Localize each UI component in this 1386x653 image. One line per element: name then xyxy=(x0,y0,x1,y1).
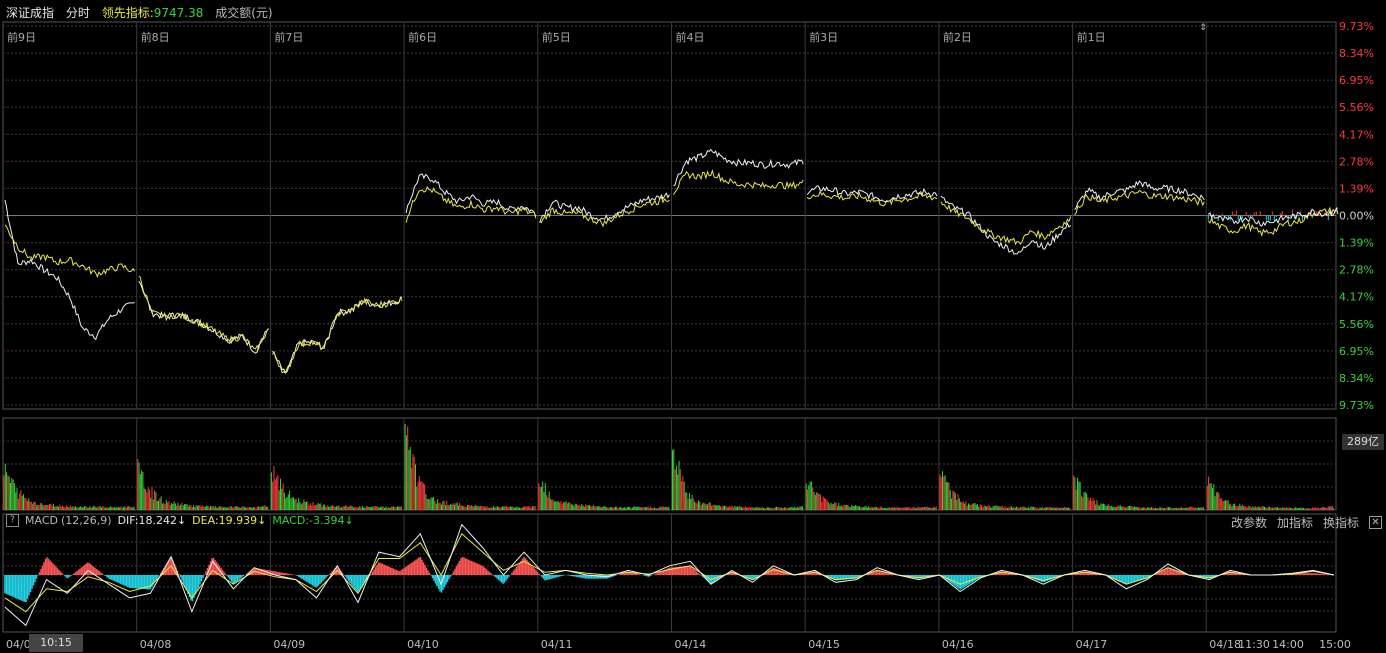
y-tick-label: 2.78% xyxy=(1339,155,1374,168)
day-label: 前6日 xyxy=(408,30,437,44)
y-tick-label: 8.34% xyxy=(1339,47,1374,60)
price-line-yellow xyxy=(539,196,670,228)
date-label: 04/14 xyxy=(675,638,707,651)
index-name[interactable]: 深证成指 xyxy=(6,6,54,20)
price-line-white xyxy=(673,148,804,187)
y-tick-label: 4.17% xyxy=(1339,291,1374,304)
y-tick-label: 9.73% xyxy=(1339,399,1374,412)
time-tick-label: 11:30 xyxy=(1238,638,1270,651)
macd-label: MACD xyxy=(25,514,58,527)
date-label: 04/10 xyxy=(407,638,439,651)
chart-canvas: 9.73% 8.34% 6.95% 5.56% 4.17% 2.78% 1.39% 0.00%… xyxy=(2,20,1374,651)
chart-header: 深证成指 分时 领先指标:9747.38 成交额(元) xyxy=(6,4,281,21)
date-label: 04/11 xyxy=(541,638,573,651)
price-line-yellow xyxy=(940,201,1072,246)
close-icon[interactable]: ✕ xyxy=(1369,516,1382,529)
time-tick-label: 15:00 xyxy=(1319,638,1351,651)
change-params-button[interactable]: 改参数 xyxy=(1231,514,1267,531)
y-tick-label: 6.95% xyxy=(1339,74,1374,87)
add-indicator-button[interactable]: 加指标 xyxy=(1277,514,1313,531)
dif-value: DIF:18.242↓ xyxy=(117,514,187,527)
day-label: 前9日 xyxy=(7,30,36,44)
macd-params: (12,26,9) xyxy=(60,514,112,527)
y-tick-label: 5.56% xyxy=(1339,318,1374,331)
price-line-white xyxy=(1074,180,1205,210)
date-label: 04/08 xyxy=(140,638,172,651)
price-line-yellow xyxy=(1074,189,1205,215)
price-line-yellow xyxy=(272,296,403,374)
price-line-white xyxy=(940,195,1071,255)
price-line-white xyxy=(539,192,670,223)
y-tick-label: 9.73% xyxy=(1339,20,1374,33)
date-label: 04/18 xyxy=(1209,638,1241,651)
date-label: 04/15 xyxy=(808,638,840,651)
y-tick-label: 0.00% xyxy=(1339,210,1374,223)
macd-value: MACD:-3.394↓ xyxy=(272,514,354,527)
leading-label: 领先指标: xyxy=(101,6,154,20)
y-tick-label: 2.78% xyxy=(1339,264,1374,277)
day-label: 前7日 xyxy=(274,30,303,44)
turnover-label: 成交额(元) xyxy=(215,6,273,20)
time-tick-label: 14:00 xyxy=(1272,638,1304,651)
leading-value: 9747.38 xyxy=(153,6,204,20)
price-line-yellow xyxy=(138,275,269,351)
date-label: 04/17 xyxy=(1076,638,1108,651)
day-label: 前3日 xyxy=(809,30,838,44)
cursor-marker-icon: ⇕ xyxy=(1199,23,1207,33)
help-icon[interactable]: ? xyxy=(6,514,19,527)
day-label: 前2日 xyxy=(943,30,972,44)
macd-header: ? MACD (12,26,9) DIF:18.242↓ DEA:19.939↓… xyxy=(6,514,360,527)
y-tick-label: 6.95% xyxy=(1339,345,1374,358)
dea-value: DEA:19.939↓ xyxy=(192,514,267,527)
day-label: 前1日 xyxy=(1077,30,1106,44)
y-tick-label: 1.39% xyxy=(1339,182,1374,195)
date-label: 04/0 xyxy=(6,638,31,651)
price-line-yellow xyxy=(405,185,537,223)
y-tick-label: 8.34% xyxy=(1339,372,1374,385)
day-label: 前4日 xyxy=(676,30,705,44)
macd-toolbar: 改参数 加指标 换指标 ✕ xyxy=(1221,514,1382,531)
price-line-yellow xyxy=(673,168,804,195)
day-label: 前8日 xyxy=(141,30,170,44)
date-label: 04/16 xyxy=(942,638,974,651)
volume-scale-label: 289亿 xyxy=(1342,434,1384,450)
y-tick-label: 4.17% xyxy=(1339,128,1374,141)
y-tick-label: 1.39% xyxy=(1339,237,1374,250)
price-line-yellow xyxy=(4,224,136,279)
day-label: 前5日 xyxy=(542,30,571,44)
date-label: 04/09 xyxy=(273,638,305,651)
switch-indicator-button[interactable]: 换指标 xyxy=(1323,514,1359,531)
y-tick-label: 5.56% xyxy=(1339,101,1374,114)
time-cursor-label: 10:15 xyxy=(29,634,83,652)
mode-label[interactable]: 分时 xyxy=(66,6,90,20)
